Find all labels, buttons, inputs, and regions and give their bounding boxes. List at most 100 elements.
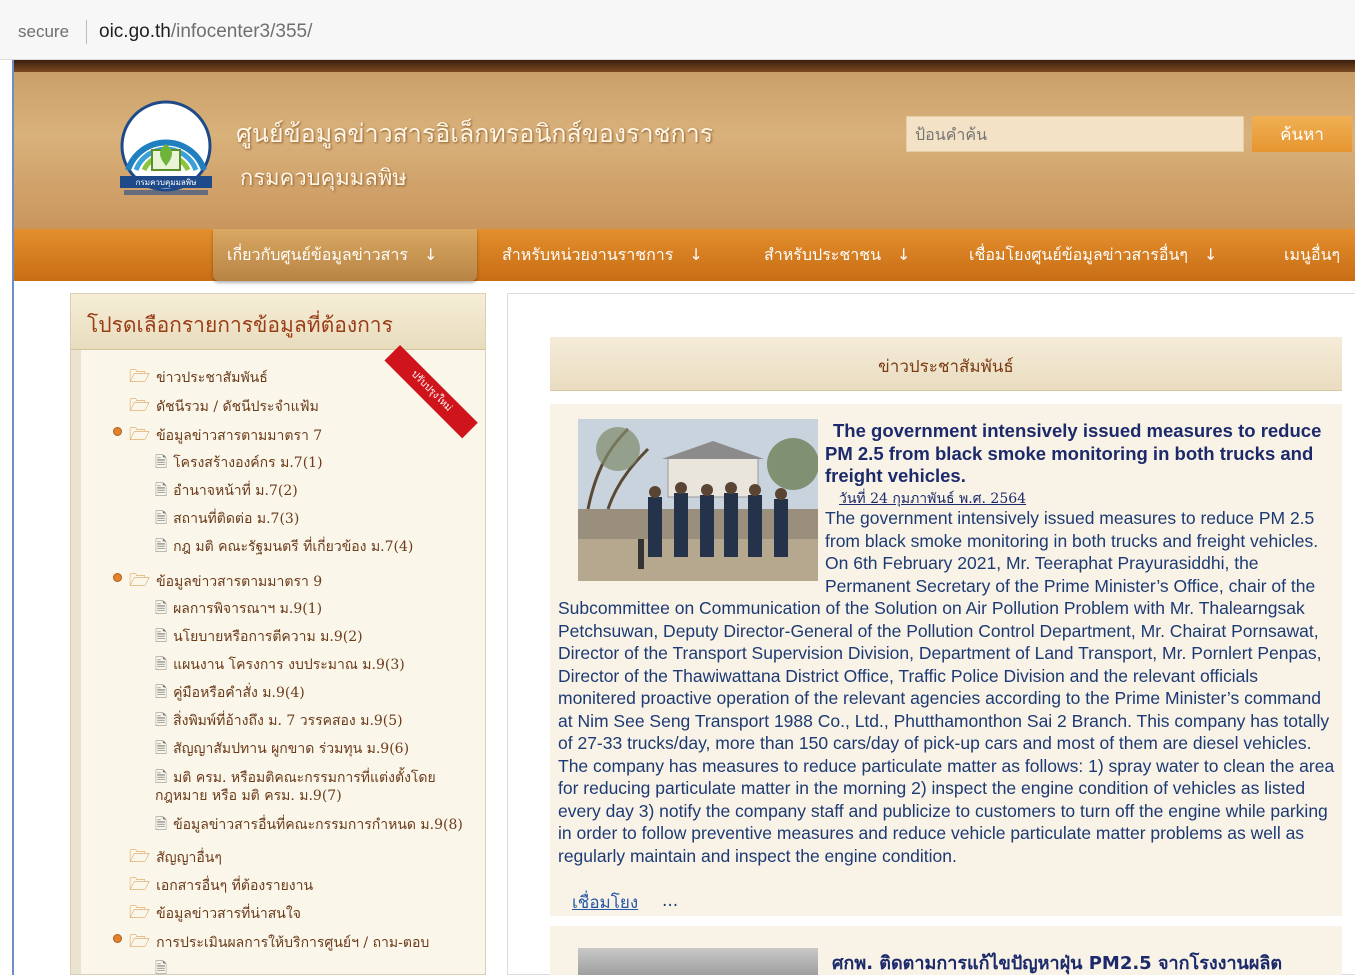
nav-item-public[interactable]: สำหรับประชาชน ↓: [764, 243, 910, 268]
news-title[interactable]: The government intensively issued measur…: [825, 420, 1325, 488]
site-header: กรมควบคุมมลพิษ ศูนย์ข้อมูลข่าวสารอิเล็กท…: [14, 72, 1355, 229]
sidebar-item-label: มติ ครม. หรือมติคณะกรรมการที่แต่งตั้งโดย…: [155, 770, 436, 804]
sidebar-subitem[interactable]: 🗎 อำนาจหน้าที่ ม.7(2): [155, 480, 298, 505]
sidebar-item-label: การประเมินผลการให้บริการศูนย์ฯ / ถาม-ตอบ: [156, 935, 430, 951]
search-input[interactable]: [906, 116, 1244, 152]
document-icon: 🗎: [155, 481, 168, 499]
folder-icon: 🗁: [129, 367, 151, 387]
sidebar-item[interactable]: 🗁 ข้อมูลข่าวสารที่น่าสนใจ: [129, 900, 301, 929]
sidebar-item-label: แผนงาน โครงการ งบประมาณ ม.9(3): [173, 657, 405, 673]
sidebar-item[interactable]: 🗁 ข่าวประชาสัมพันธ์: [129, 364, 268, 393]
sidebar-item[interactable]: 🗁 ข้อมูลข่าวสารตามมาตรา 7: [113, 422, 322, 451]
sidebar-subitem[interactable]: 🗎 โครงสร้างองค์กร ม.7(1): [155, 452, 323, 477]
sidebar-item-label: ผลการพิจารณาฯ ม.9(1): [173, 601, 323, 617]
sidebar-subitem[interactable]: 🗎 สัญญาสัมปทาน ผูกขาด ร่วมทุน ม.9(6): [155, 738, 409, 763]
document-icon: 🗎: [155, 683, 168, 701]
url-path: /infocenter3/355/: [170, 21, 313, 42]
folder-icon: 🗁: [129, 903, 151, 923]
browser-address-bar[interactable]: secure oic.go.th/infocenter3/355/: [0, 0, 1355, 60]
sidebar-list: 🗁 ข่าวประชาสัมพันธ์ 🗁 ดัชนีรวม / ดัชนีประจ…: [81, 350, 485, 975]
sidebar-subitem[interactable]: 🗎 สถานที่ติดต่อ ม.7(3): [155, 508, 299, 533]
more-ellipsis: ...: [662, 891, 679, 911]
sidebar-item-label: สถานที่ติดต่อ ม.7(3): [173, 511, 300, 527]
news-photo[interactable]: [578, 948, 818, 975]
folder-icon: 🗁: [129, 847, 151, 867]
sidebar-item[interactable]: 🗁 เอกสารอื่นๆ ที่ต้องรายงาน: [129, 872, 313, 901]
nav-item-label: เชื่อมโยงศูนย์ข้อมูลข่าวสารอื่นๆ: [969, 245, 1189, 264]
pcd-logo[interactable]: กรมควบคุมมลพิษ: [114, 100, 218, 204]
document-icon: 🗎: [155, 739, 168, 757]
orange-bullet-icon: [113, 934, 122, 943]
nav-item-label: เมนูอื่นๆ: [1284, 245, 1341, 264]
sidebar-subitem[interactable]: 🗎 มติ ครม. หรือมติคณะกรรมการที่แต่งตั้งโด…: [155, 768, 455, 805]
sidebar-item-label: นโยบายหรือการตีความ ม.9(2): [173, 629, 363, 645]
sidebar-item-label: สิ่งพิมพ์ที่อ้างถึง ม. 7 วรรคสอง ม.9(5): [173, 713, 403, 729]
security-label: secure: [18, 22, 70, 41]
section-title: ข่าวประชาสัมพันธ์: [878, 357, 1014, 377]
nav-item-about[interactable]: เกี่ยวกับศูนย์ข้อมูลข่าวสาร ↓: [227, 243, 437, 268]
sidebar-item-label: ข้อมูลข่าวสารที่น่าสนใจ: [156, 906, 301, 922]
sidebar-item-label: อำนาจหน้าที่ ม.7(2): [173, 483, 298, 499]
sidebar-item[interactable]: 🗁 ดัชนีรวม / ดัชนีประจำแฟ้ม: [129, 393, 319, 422]
sidebar-item-label: สัญญาอื่นๆ: [156, 850, 222, 866]
folder-icon: 🗁: [129, 932, 151, 952]
orange-bullet-icon: [113, 573, 122, 582]
sidebar-subitem[interactable]: 🗎: [155, 958, 173, 975]
down-arrow-icon: ↓: [689, 245, 703, 264]
sidebar-item[interactable]: 🗁 การประเมินผลการให้บริการศูนย์ฯ / ถาม-ตอ…: [113, 929, 430, 958]
folder-icon: 🗁: [129, 425, 151, 445]
document-icon: 🗎: [155, 959, 168, 975]
news-body: The government intensively issued measur…: [558, 507, 1338, 867]
sidebar-item-label: ดัชนีรวม / ดัชนีประจำแฟ้ม: [156, 399, 319, 415]
orange-bullet-icon: [113, 427, 122, 436]
section-header: ข่าวประชาสัมพันธ์: [550, 337, 1342, 391]
down-arrow-icon: ↓: [423, 245, 438, 264]
sidebar-item-label: ข่าวประชาสัมพันธ์: [156, 370, 268, 386]
nav-item-government[interactable]: สำหรับหน่วยงานราชการ ↓: [502, 243, 703, 268]
sidebar-subitem[interactable]: 🗎 สิ่งพิมพ์ที่อ้างถึง ม. 7 วรรคสอง ม.9(5): [155, 710, 403, 735]
sidebar-header: โปรดเลือกรายการข้อมูลที่ต้องการ: [71, 294, 485, 350]
sidebar-item-label: ข้อมูลข่าวสารอื่นที่คณะกรรมการกำหนด ม.9(…: [173, 817, 463, 833]
down-arrow-icon: ↓: [897, 245, 911, 264]
nav-item-other[interactable]: เมนูอื่นๆ: [1284, 243, 1340, 268]
sidebar-item-label: กฎ มติ คณะรัฐมนตรี ที่เกี่ยวข้อง ม.7(4): [173, 539, 414, 555]
document-icon: 🗎: [155, 768, 168, 786]
sidebar-subitem[interactable]: 🗎 นโยบายหรือการตีความ ม.9(2): [155, 626, 363, 651]
nav-item-links[interactable]: เชื่อมโยงศูนย์ข้อมูลข่าวสารอื่นๆ ↓: [969, 243, 1217, 268]
site-subtitle: กรมควบคุมมลพิษ: [240, 166, 407, 191]
sidebar-subitem[interactable]: 🗎 กฎ มติ คณะรัฐมนตรี ที่เกี่ยวข้อง ม.7(4): [155, 536, 413, 561]
document-icon: 🗎: [155, 537, 168, 555]
search-button[interactable]: ค้นหา: [1252, 116, 1352, 152]
down-arrow-icon: ↓: [1204, 245, 1218, 264]
header-top-strip: [14, 60, 1355, 72]
sidebar-item[interactable]: 🗁 ข้อมูลข่าวสารตามมาตรา 9: [113, 568, 323, 597]
folder-icon: 🗁: [129, 875, 151, 895]
news-link[interactable]: เชื่อมโยง: [572, 889, 638, 916]
nav-item-label: เกี่ยวกับศูนย์ข้อมูลข่าวสาร: [227, 245, 408, 264]
sidebar-subitem[interactable]: 🗎 คู่มือหรือคำสั่ง ม.9(4): [155, 682, 305, 707]
sidebar-item-label: ข้อมูลข่าวสารตามมาตรา 9: [156, 574, 323, 590]
url-text[interactable]: oic.go.th/infocenter3/355/: [99, 21, 312, 43]
sidebar-subitem[interactable]: 🗎 ผลการพิจารณาฯ ม.9(1): [155, 598, 322, 623]
sidebar-item[interactable]: 🗁 สัญญาอื่นๆ: [129, 844, 222, 873]
url-host: oic.go.th: [99, 21, 171, 42]
nav-item-label: สำหรับหน่วยงานราชการ: [502, 245, 674, 264]
news-title[interactable]: ศกพ. ติดตามการแก้ไขปัญหาฝุ่น PM2.5 จากโร…: [832, 948, 1332, 975]
news-item: ศกพ. ติดตามการแก้ไขปัญหาฝุ่น PM2.5 จากโร…: [550, 926, 1342, 975]
document-icon: 🗎: [155, 509, 168, 527]
sidebar-subitem[interactable]: 🗎 แผนงาน โครงการ งบประมาณ ม.9(3): [155, 654, 405, 679]
document-icon: 🗎: [155, 655, 168, 673]
sidebar-subitem[interactable]: 🗎 ข้อมูลข่าวสารอื่นที่คณะกรรมการกำหนด ม.9…: [155, 814, 463, 839]
document-icon: 🗎: [155, 599, 168, 617]
sidebar-item-label: โครงสร้างองค์กร ม.7(1): [173, 455, 323, 471]
folder-icon: 🗁: [129, 396, 151, 416]
site-title[interactable]: ศูนย์ข้อมูลข่าวสารอิเล็กทรอนิกส์ของราชกา…: [236, 114, 713, 154]
image-spacer: [558, 507, 825, 597]
document-icon: 🗎: [155, 453, 168, 471]
sidebar-item-label: คู่มือหรือคำสั่ง ม.9(4): [173, 685, 305, 701]
document-icon: 🗎: [155, 815, 168, 833]
sidebar-item-label: สัญญาสัมปทาน ผูกขาด ร่วมทุน ม.9(6): [173, 741, 410, 757]
sidebar-item-label: เอกสารอื่นๆ ที่ต้องรายงาน: [156, 878, 314, 894]
nav-item-label: สำหรับประชาชน: [764, 245, 882, 264]
document-icon: 🗎: [155, 711, 168, 729]
